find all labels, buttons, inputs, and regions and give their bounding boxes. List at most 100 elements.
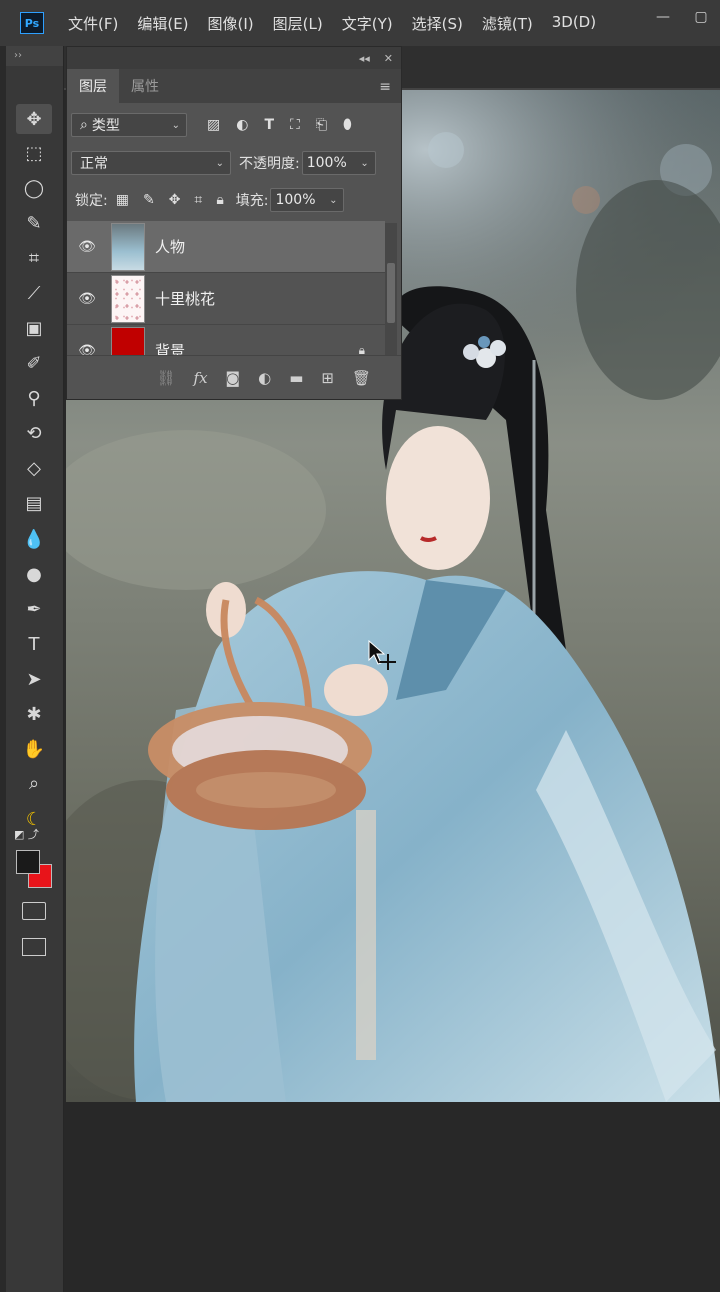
opacity-field[interactable]: 100% ⌄ — [301, 151, 376, 175]
filter-kind-label: 类型 — [91, 118, 120, 134]
menu-select[interactable]: 选择(S) — [412, 13, 463, 34]
search-icon: ⌕ — [80, 117, 88, 133]
blur-tool[interactable]: 💧 — [16, 524, 52, 554]
restore-button[interactable]: ▢ — [682, 0, 720, 34]
chevron-down-icon: ⌄ — [171, 119, 180, 131]
mask-icon[interactable]: ◙ — [226, 369, 241, 387]
gradient-tool[interactable]: ▤ — [16, 488, 52, 518]
screen-mode-icon[interactable] — [22, 938, 46, 956]
blend-mode-value: 正常 — [80, 156, 108, 172]
layer-name: 背景 — [155, 342, 186, 355]
layer-thumbnail — [111, 326, 145, 355]
lock-label: 锁定: — [75, 193, 108, 209]
eye-icon[interactable]: 👁︎ — [67, 239, 107, 255]
layers-list: 👁︎ 人物 👁︎ 十里桃花 👁︎ 背景 🔒︎ — [67, 221, 385, 355]
layer-name: 十里桃花 — [155, 290, 216, 308]
crop-tool[interactable]: ⌗ — [16, 243, 52, 273]
lock-image-icon[interactable]: ✎ — [143, 192, 155, 208]
eye-icon[interactable]: 👁︎ — [67, 343, 107, 356]
layer-row-petals[interactable]: 👁︎ 十里桃花 — [67, 273, 385, 325]
eraser-tool[interactable]: ◇ — [16, 453, 52, 483]
brush-tool[interactable]: ✐ — [16, 348, 52, 378]
scrollbar-thumb[interactable] — [387, 263, 395, 323]
layer-name: 人物 — [155, 238, 186, 256]
smart-object-filter-icon[interactable]: ⎗ — [316, 117, 327, 133]
move-tool[interactable]: ✥ — [16, 104, 52, 134]
opacity-label: 不透明度: — [239, 156, 300, 172]
blend-row: 正常 ⌄ 不透明度: 100% ⌄ — [67, 151, 401, 175]
lock-transparent-icon[interactable]: ▦ — [116, 192, 129, 208]
eye-icon[interactable]: 👁︎ — [67, 291, 107, 307]
menu-items: 文件(F) 编辑(E) 图像(I) 图层(L) 文字(Y) 选择(S) 滤镜(T… — [68, 13, 615, 34]
zoom-tool[interactable]: ⌕ — [16, 768, 52, 798]
lock-row: 锁定: ▦ ✎ ✥ ⌗ 🔒︎ 填充: 100% ⌄ — [67, 188, 401, 212]
menu-bar: Ps 文件(F) 编辑(E) 图像(I) 图层(L) 文字(Y) 选择(S) 滤… — [0, 0, 720, 46]
history-brush-tool[interactable]: ⟲ — [16, 418, 52, 448]
filter-kind-dropdown[interactable]: ⌕ 类型 ⌄ — [71, 113, 187, 137]
layer-lock-icon: 🔒︎ — [358, 343, 365, 355]
swap-colors-icon[interactable]: ◩ ⤴ — [14, 826, 39, 842]
move-cursor-icon — [368, 639, 402, 678]
shape-tool[interactable]: ✱ — [16, 699, 52, 729]
foreground-color-swatch[interactable] — [16, 850, 40, 874]
photoshop-logo: Ps — [20, 12, 44, 34]
link-icon[interactable]: ⛓ — [156, 369, 175, 387]
dodge-tool[interactable]: ● — [16, 559, 52, 589]
lock-artboard-icon[interactable]: ⌗ — [194, 192, 202, 208]
menu-file[interactable]: 文件(F) — [68, 13, 118, 34]
fill-field[interactable]: 100% ⌄ — [270, 188, 345, 212]
shape-filter-icon[interactable]: ⛶ — [290, 117, 300, 133]
opacity-value: 100% — [306, 155, 347, 171]
lock-all-icon[interactable]: 🔒︎ — [216, 192, 223, 208]
menu-3d[interactable]: 3D(D) — [552, 13, 596, 34]
toggle-filter-icon[interactable]: ⬮ — [343, 117, 352, 133]
folder-icon[interactable]: ▬ — [289, 369, 303, 387]
layer-thumbnail — [111, 222, 145, 271]
fill-value: 100% — [275, 192, 316, 208]
layer-row-background[interactable]: 👁︎ 背景 🔒︎ — [67, 325, 385, 355]
image-filter-icon[interactable]: ▨ — [207, 117, 220, 133]
trash-icon[interactable]: 🗑︎ — [352, 369, 371, 387]
quick-select-tool[interactable]: ✎ — [16, 208, 52, 238]
panel-menu-icon[interactable]: ≡ — [379, 79, 391, 95]
toolbar-collapse-button[interactable]: ›› — [6, 46, 63, 66]
tools-panel: ›› ✥ ⬚ ◯ ✎ ⌗ ⟋ ▣ ✐ ⚲ ⟲ ◇ ▤ 💧 ● ✒ T ➤ ✱ ✋ ⌕ ☾ ◩ ⤴ — [6, 46, 64, 1292]
path-select-tool[interactable]: ➤ — [16, 664, 52, 694]
window-controls: — ▢ — [644, 0, 720, 36]
fx-icon[interactable]: fx — [194, 369, 208, 387]
frame-tool[interactable]: ▣ — [16, 313, 52, 343]
panel-close-button[interactable]: ✕ — [384, 52, 393, 65]
tab-properties[interactable]: 属性 — [119, 69, 171, 103]
quick-mask-icon[interactable] — [22, 902, 46, 920]
adjustment-filter-icon[interactable]: ◐ — [236, 117, 248, 133]
menu-image[interactable]: 图像(I) — [208, 13, 254, 34]
tab-layers[interactable]: 图层 — [67, 69, 119, 103]
eyedropper-tool[interactable]: ⟋ — [16, 278, 52, 308]
lasso-tool[interactable]: ◯ — [16, 173, 52, 203]
layers-scrollbar[interactable] — [385, 223, 397, 355]
type-tool[interactable]: T — [16, 629, 52, 659]
lock-position-icon[interactable]: ✥ — [169, 192, 181, 208]
blend-mode-dropdown[interactable]: 正常 ⌄ — [71, 151, 231, 175]
layer-thumbnail — [111, 274, 145, 323]
panel-top-bar: ◂◂ ✕ — [67, 47, 401, 69]
minimize-button[interactable]: — — [644, 0, 682, 34]
stamp-tool[interactable]: ⚲ — [16, 383, 52, 413]
panel-collapse-button[interactable]: ◂◂ — [359, 52, 370, 65]
marquee-tool[interactable]: ⬚ — [16, 138, 52, 168]
layers-panel: ◂◂ ✕ 图层 属性 ≡ ⌕ 类型 ⌄ ▨ ◐ T ⛶ ⎗ ⬮ 正常 ⌄ 不透明… — [66, 46, 402, 400]
panel-footer: ⛓ fx ◙ ◐ ▬ ⊞ 🗑︎ — [67, 355, 401, 399]
pen-tool[interactable]: ✒ — [16, 594, 52, 624]
chevron-down-icon: ⌄ — [360, 157, 369, 169]
type-filter-icon[interactable]: T — [264, 117, 274, 133]
new-layer-icon[interactable]: ⊞ — [321, 369, 334, 387]
menu-filter[interactable]: 滤镜(T) — [482, 13, 533, 34]
adjustment-icon[interactable]: ◐ — [258, 369, 271, 387]
menu-layer[interactable]: 图层(L) — [273, 13, 323, 34]
menu-edit[interactable]: 编辑(E) — [137, 13, 188, 34]
filter-row: ⌕ 类型 ⌄ ▨ ◐ T ⛶ ⎗ ⬮ — [67, 113, 401, 137]
layer-row-person[interactable]: 👁︎ 人物 — [67, 221, 385, 273]
hand-tool[interactable]: ✋ — [16, 734, 52, 764]
chevron-down-icon: ⌄ — [329, 194, 338, 206]
menu-type[interactable]: 文字(Y) — [342, 13, 393, 34]
